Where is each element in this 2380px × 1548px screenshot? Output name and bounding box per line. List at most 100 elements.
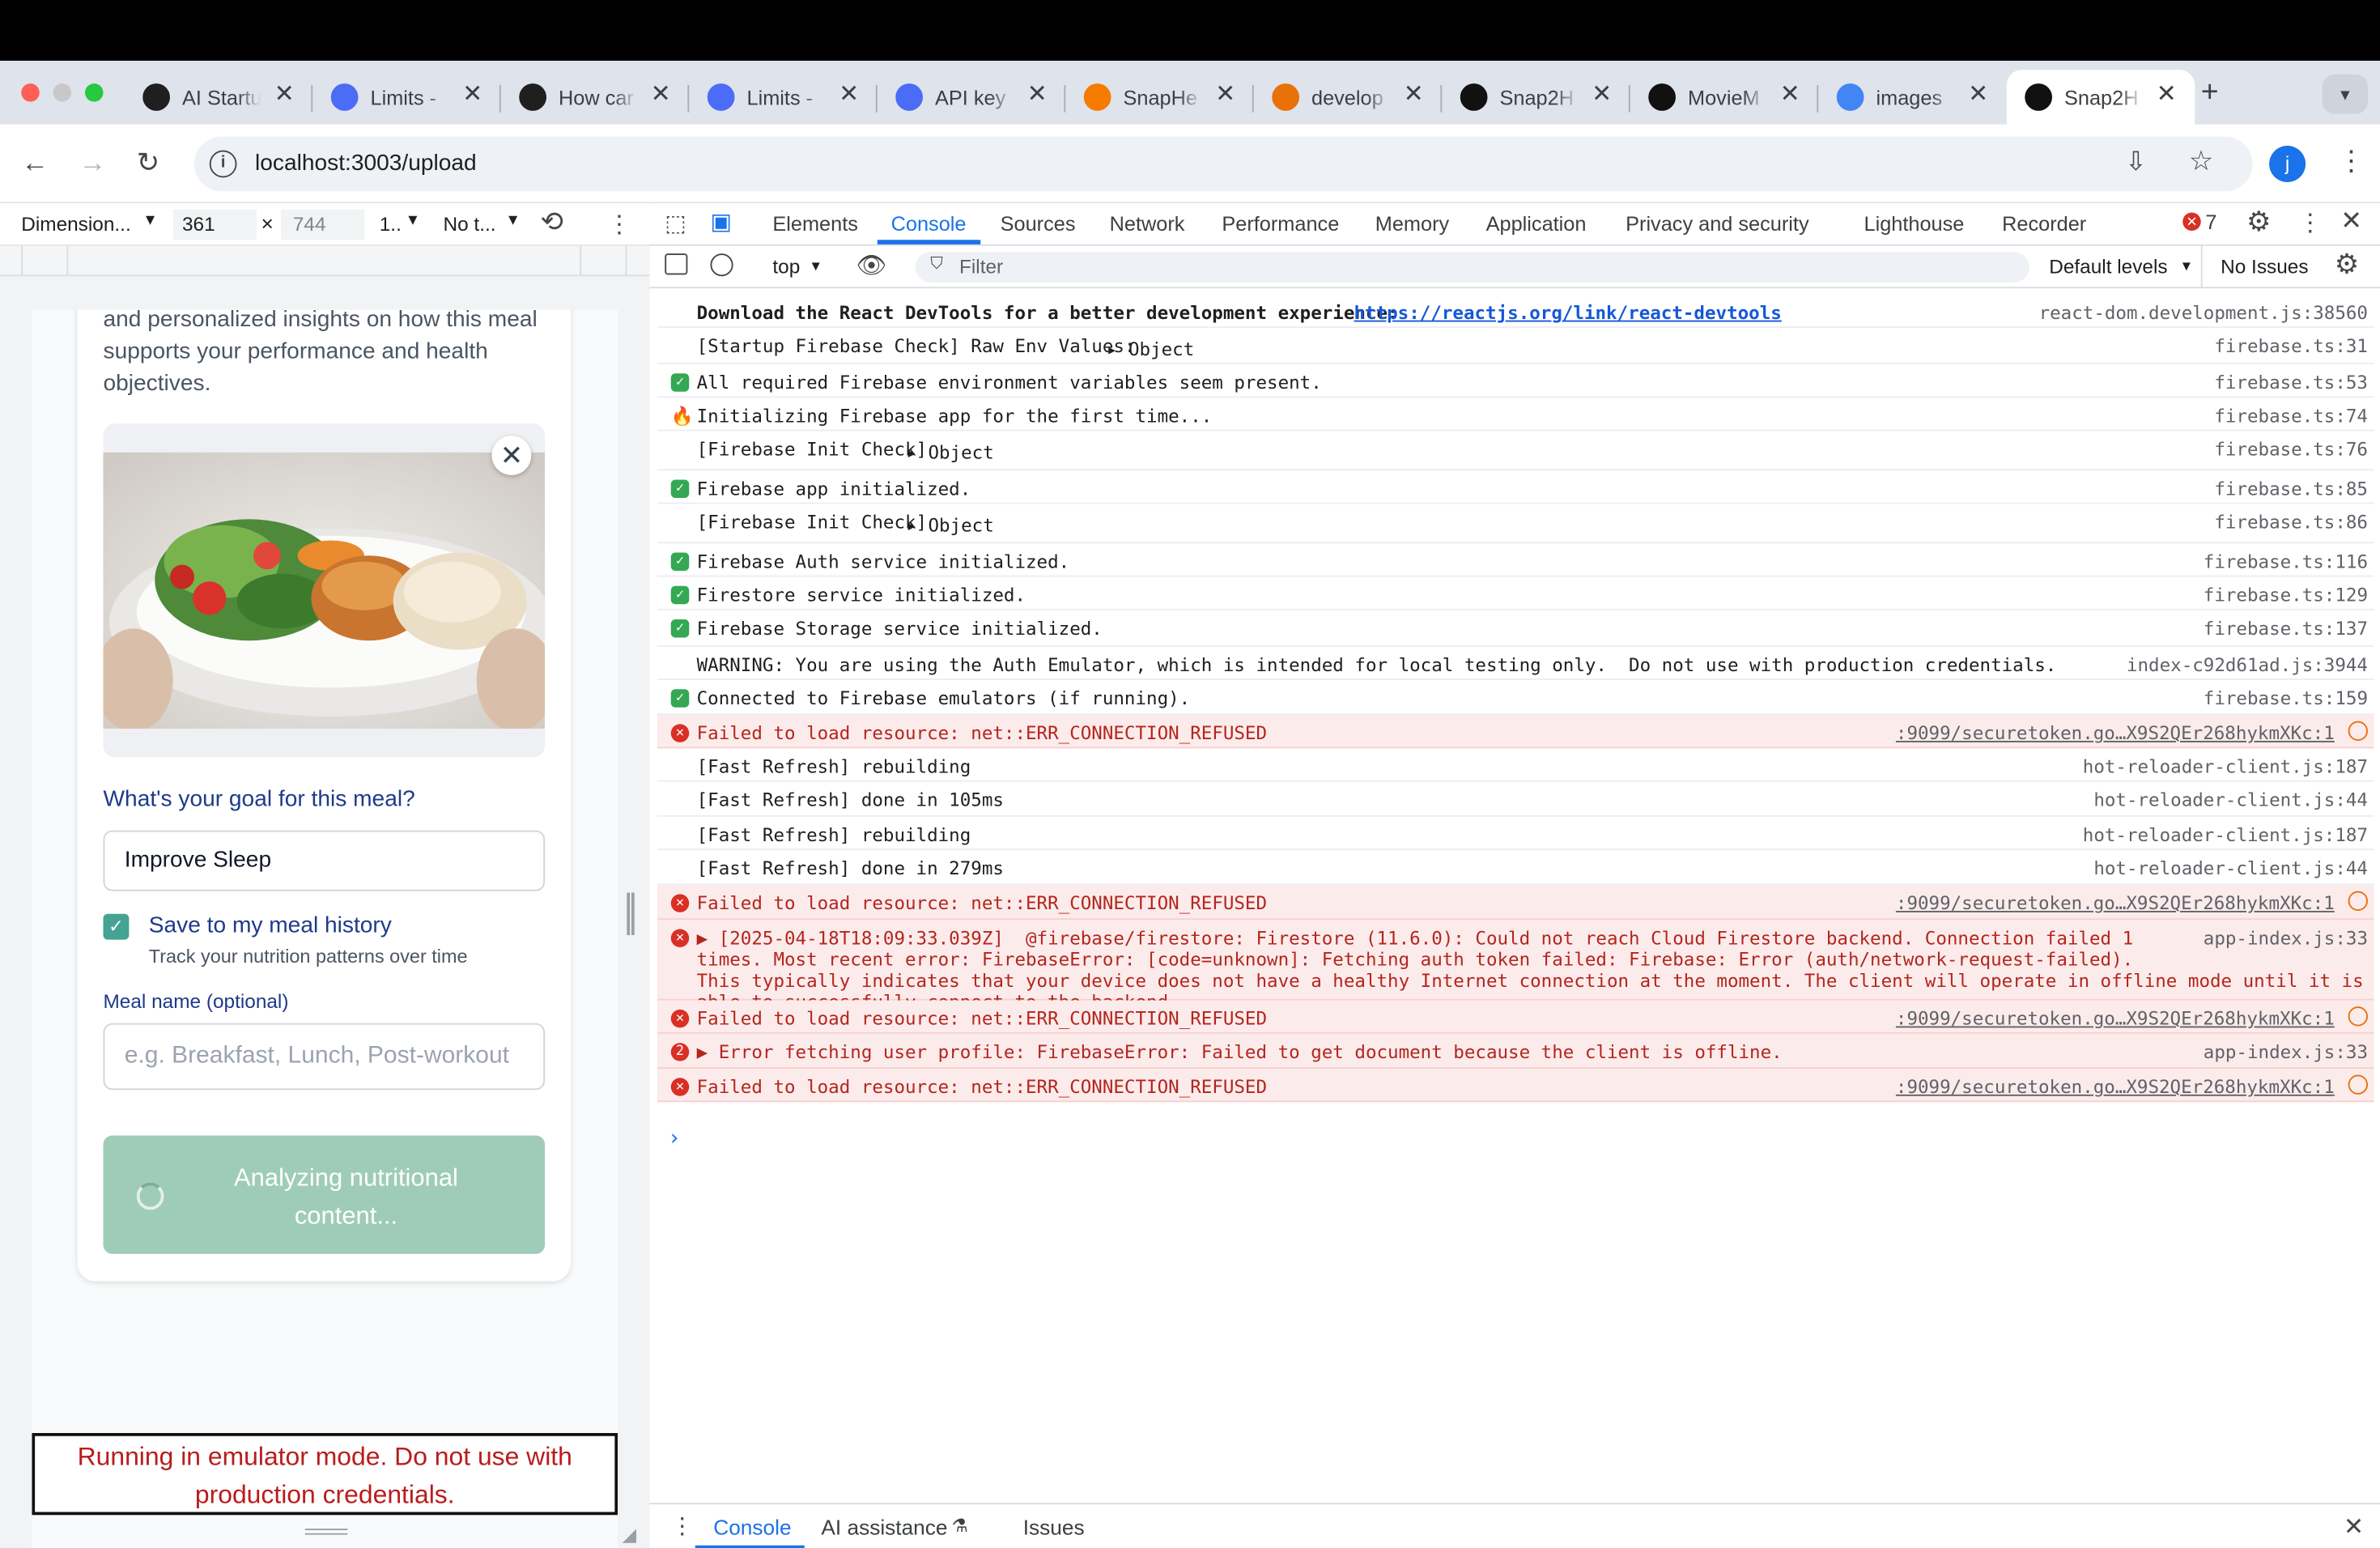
menu-kebab-icon[interactable]: ⋮ (2338, 146, 2365, 177)
filter-input[interactable]: ⛉ Filter (915, 252, 2029, 283)
devtools-tab-sources[interactable]: Sources (1001, 213, 1076, 236)
console-log-row[interactable]: [Fast Refresh] rebuilding hot-reloader-cl… (657, 748, 2374, 782)
browser-tab[interactable]: Limits - ✕ (689, 70, 878, 125)
console-log-row[interactable]: ✓ Firebase Auth service initialized. fireb… (657, 543, 2374, 577)
console-source-link[interactable]: :9099/securetoken.go…X9S2QEr268hykmXKc:1 (1896, 893, 2335, 914)
console-error-row[interactable]: ✕ Failed to load resource: net::ERR_CONNE… (657, 1069, 2374, 1103)
rotate-icon[interactable]: ⟲ (541, 206, 563, 238)
devtools-tab-privacy-and-security[interactable]: Privacy and security (1626, 213, 1808, 236)
close-tab-icon[interactable]: ✕ (1780, 83, 1800, 108)
settings-gear-icon[interactable]: ⚙ (2246, 206, 2271, 238)
corner-resize-icon[interactable]: ◢ (623, 1525, 636, 1546)
devtools-tab-network[interactable]: Network (1110, 213, 1185, 236)
height-input[interactable]: 744 (280, 209, 364, 240)
devtools-tab-recorder[interactable]: Recorder (2002, 213, 2086, 236)
console-source-link[interactable]: hot-reloader-client.js:187 (2083, 756, 2368, 777)
console-source-link[interactable]: firebase.ts:116 (2204, 551, 2368, 572)
close-tab-icon[interactable]: ✕ (462, 83, 482, 108)
console-source-link[interactable]: :9099/securetoken.go…X9S2QEr268hykmXKc:1 (1896, 1008, 2335, 1029)
console-source-link[interactable]: :9099/securetoken.go…X9S2QEr268hykmXKc:1 (1896, 1076, 2335, 1097)
avatar[interactable]: j (2269, 146, 2306, 182)
devtools-tab-memory[interactable]: Memory (1375, 213, 1449, 236)
console-source-link[interactable]: firebase.ts:86 (2214, 512, 2368, 533)
log-levels-select[interactable]: Default levels (2049, 255, 2167, 278)
drawer-tab-ai-assistance[interactable]: AI assistance (821, 1515, 947, 1539)
close-devtools-icon[interactable]: ✕ (2340, 206, 2362, 237)
devtools-tab-lighthouse[interactable]: Lighthouse (1864, 213, 1965, 236)
drawer-menu-icon[interactable]: ⋮ (671, 1512, 694, 1539)
console-object-toggle[interactable]: ▸ Object (1107, 338, 1194, 359)
bookmark-star-icon[interactable]: ☆ (2189, 146, 2213, 177)
sidebar-toggle-icon[interactable] (665, 253, 688, 275)
console-source-link[interactable]: firebase.ts:159 (2204, 687, 2368, 708)
remove-image-button[interactable]: ✕ (491, 436, 532, 475)
ai-explain-icon[interactable] (2348, 891, 2368, 911)
console-source-link[interactable]: app-index.js:33 (2204, 928, 2368, 949)
device-toggle-icon[interactable]: ▣ (711, 208, 733, 236)
close-tab-icon[interactable]: ✕ (651, 83, 671, 108)
console-log-row[interactable]: [Startup Firebase Check] Raw Env Values:… (657, 328, 2374, 364)
more-options-icon[interactable]: ⋮ (2298, 208, 2323, 239)
console-source-link[interactable]: hot-reloader-client.js:44 (2093, 789, 2368, 810)
width-input[interactable]: 361 (172, 209, 257, 240)
console-source-link[interactable]: firebase.ts:85 (2214, 478, 2368, 500)
console-error-row[interactable]: ✕ Failed to load resource: net::ERR_CONNE… (657, 1000, 2374, 1034)
console-log-row[interactable]: [Firebase Init Check] ▸ Object firebase.t… (657, 432, 2374, 471)
console-log-row[interactable]: [Fast Refresh] rebuilding hot-reloader-cl… (657, 817, 2374, 850)
dimensions-select[interactable]: Dimension... (21, 213, 130, 236)
maximize-window-icon[interactable] (85, 83, 104, 102)
meal-name-input[interactable]: e.g. Breakfast, Lunch, Post-workout (103, 1023, 546, 1091)
browser-tab[interactable]: API key ✕ (878, 70, 1066, 125)
console-log-row[interactable]: ✓ Firestore service initialized. firebase.… (657, 577, 2374, 610)
console-source-link[interactable]: hot-reloader-client.js:44 (2093, 857, 2368, 878)
console-source-link[interactable]: index-c92d61ad.js:3944 (2127, 654, 2368, 675)
console-error-row[interactable]: ✕ ▶ [2025-04-18T18:09:33.039Z] @firebase/… (657, 920, 2374, 1013)
close-window-icon[interactable] (21, 83, 40, 102)
console-source-link[interactable]: app-index.js:33 (2204, 1041, 2368, 1062)
console-log-row[interactable]: WARNING: You are using the Auth Emulator… (657, 647, 2374, 680)
devtools-tab-application[interactable]: Application (1486, 213, 1587, 236)
site-info-icon[interactable]: i (209, 150, 237, 178)
console-source-link[interactable]: react-dom.development.js:38560 (2039, 302, 2368, 323)
ai-explain-icon[interactable] (2348, 721, 2368, 741)
browser-tab[interactable]: Snap2H ✕ (1442, 70, 1630, 125)
browser-tab[interactable]: AI Startu ✕ (125, 70, 313, 125)
browser-tab[interactable]: images ✕ (1818, 70, 2007, 125)
more-options-icon[interactable]: ⋮ (607, 210, 631, 240)
console-error-row[interactable]: ✕ Failed to load resource: net::ERR_CONNE… (657, 715, 2374, 749)
omnibox[interactable]: i localhost:3003/upload ⇩ ☆ (194, 136, 2253, 192)
console-source-link[interactable]: firebase.ts:53 (2214, 372, 2368, 393)
save-history-label[interactable]: Save to my meal history (149, 912, 392, 938)
console-settings-gear-icon[interactable]: ⚙ (2335, 249, 2359, 281)
console-source-link[interactable]: firebase.ts:31 (2214, 335, 2368, 356)
context-select[interactable]: top (772, 255, 800, 278)
drawer-tab-console[interactable]: Console (713, 1515, 791, 1539)
minimize-window-icon[interactable] (53, 83, 72, 102)
swap-icon[interactable]: × (261, 211, 274, 236)
live-expression-eye-icon[interactable]: 👁 (856, 250, 887, 281)
close-tab-icon[interactable]: ✕ (1215, 83, 1235, 108)
console-log-row[interactable]: ✓ Firebase app initialized. firebase.ts:85 (657, 470, 2374, 504)
console-source-link[interactable]: firebase.ts:129 (2204, 585, 2368, 606)
console-link[interactable]: https://reactjs.org/link/react-devtools (1354, 302, 1782, 323)
close-tab-icon[interactable]: ✕ (274, 83, 295, 108)
bottom-resize-handle[interactable] (304, 1529, 348, 1535)
console-prompt-icon[interactable]: › (668, 1126, 681, 1150)
console-log-row[interactable]: ✓ Connected to Firebase emulators (if run… (657, 680, 2374, 716)
devtools-tab-console[interactable]: Console (891, 213, 967, 236)
console-log-row[interactable]: [Fast Refresh] done in 279ms hot-reloader… (657, 850, 2374, 886)
console-source-link[interactable]: firebase.ts:137 (2204, 618, 2368, 639)
close-tab-icon[interactable]: ✕ (1592, 83, 1612, 108)
goal-select[interactable]: Improve Sleep (103, 830, 546, 891)
issues-count[interactable]: No Issues (2221, 255, 2308, 278)
forward-icon[interactable]: → (79, 146, 107, 179)
console-object-toggle[interactable]: ▸ Object (906, 515, 993, 536)
install-icon[interactable]: ⇩ (2125, 147, 2147, 178)
console-object-toggle[interactable]: ▸ Object (906, 442, 993, 463)
error-count[interactable]: 7 (2205, 211, 2216, 234)
close-tab-icon[interactable]: ✕ (2157, 83, 2177, 108)
inspect-icon[interactable]: ⬚ (665, 210, 686, 237)
browser-tab[interactable]: SnapHe ✕ (1065, 70, 1254, 125)
zoom-select[interactable]: 1.. (380, 213, 402, 236)
console-log-row[interactable]: [Fast Refresh] done in 105ms hot-reloader… (657, 782, 2374, 817)
